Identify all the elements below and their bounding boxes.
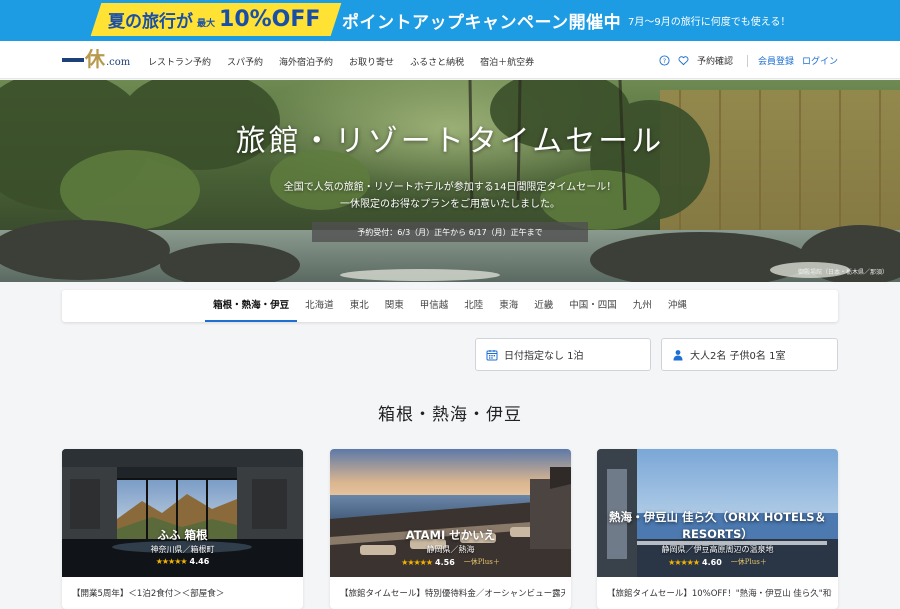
section-title: 箱根・熱海・伊豆 bbox=[378, 405, 522, 425]
hotel-card-description: 【開業5周年】＜1泊2食付＞＜部屋食＞ bbox=[72, 589, 225, 599]
tab-hokkaido[interactable]: 北海道 bbox=[297, 290, 342, 322]
header-divider bbox=[746, 54, 748, 67]
hero-banner: 旅館・リゾートタイムセール 全国で人気の旅館・リゾートホテルが参加する14日間限… bbox=[0, 80, 900, 282]
logo-kanji: 休 bbox=[85, 47, 105, 71]
person-icon bbox=[673, 349, 683, 360]
help-icon[interactable]: ? bbox=[659, 55, 670, 66]
promo-subtext: 7月〜9月の旅行に何度でも使える！ bbox=[628, 17, 791, 28]
hotel-card[interactable]: 熱海・伊豆山 佳ら久（ORIX HOTELS＆ RESORTS） 静岡県／伊豆高… bbox=[597, 449, 838, 609]
tab-chugoku-shikoku[interactable]: 中国・四国 bbox=[561, 290, 625, 322]
hotel-card-name-line2: RESORTS） bbox=[682, 527, 753, 541]
rating-value: 4.56 bbox=[435, 557, 455, 567]
hotel-card[interactable]: ATAMI せかいえ 静岡県／熱海 ★★★★★ 4.56 一休Plus＋ 【旅館… bbox=[330, 449, 571, 609]
ikkyu-plus-badge: 一休Plus＋ bbox=[463, 558, 500, 566]
svg-text:?: ? bbox=[663, 57, 666, 65]
nav-furusato[interactable]: ふるさと納税 bbox=[410, 55, 464, 68]
rating-stars-icon: ★★★★★ bbox=[668, 557, 700, 567]
hotel-card-rating: ★★★★★ 4.60 一休Plus＋ bbox=[597, 557, 838, 567]
hotel-card-name: ふふ 箱根 bbox=[157, 528, 208, 542]
guest-selector[interactable]: 大人2名 子供0名 1室 bbox=[661, 338, 838, 371]
site-header: 休 .com レストラン予約 スパ予約 海外宿泊予約 お取り寄せ ふるさと納税 … bbox=[0, 41, 900, 79]
promo-banner[interactable]: 夏の旅行が 最大 10%OFF ポイントアップキャンペーン開催中 7月〜9月の旅… bbox=[0, 0, 900, 41]
hotel-card-rating: ★★★★★ 4.46 bbox=[62, 557, 303, 566]
promo-headline: ポイントアップキャンペーン開催中 bbox=[342, 13, 622, 33]
hotel-card-description: 【旅館タイムセール】特別優待料金／オーシャンビュー露天 bbox=[340, 589, 565, 599]
ikkyu-plus-badge: 一休Plus＋ bbox=[730, 558, 767, 566]
hero-photo-caption: 御殿場館（日本・栃木県／那須） bbox=[797, 269, 888, 276]
guest-selector-value: 大人2名 子供0名 1室 bbox=[690, 351, 786, 362]
header-actions: ? 予約確認 会員登録 ログイン bbox=[659, 54, 838, 67]
tab-tohoku[interactable]: 東北 bbox=[342, 290, 377, 322]
date-selector-value: 日付指定なし 1泊 bbox=[504, 351, 584, 362]
promo-discount: 10%OFF bbox=[219, 7, 321, 32]
logo-suffix: .com bbox=[106, 57, 131, 68]
hotel-card-location: 静岡県／伊豆高原周辺の温泉地 bbox=[661, 545, 774, 554]
tab-hakone-atami-izu[interactable]: 箱根・熱海・伊豆 bbox=[205, 290, 298, 322]
main-nav: レストラン予約 スパ予約 海外宿泊予約 お取り寄せ ふるさと納税 宿泊＋航空券 bbox=[148, 55, 550, 68]
hero-description-line1: 全国で人気の旅館・リゾートホテルが参加する14日間限定タイムセール！ bbox=[283, 182, 617, 193]
rating-stars-icon: ★★★★★ bbox=[401, 557, 433, 567]
tab-okinawa[interactable]: 沖縄 bbox=[660, 290, 695, 322]
tab-tokai[interactable]: 東海 bbox=[491, 290, 526, 322]
register-link[interactable]: 会員登録 bbox=[758, 54, 794, 67]
hero-booking-period: 予約受付：6/3（月）正午から 6/17（月）正午まで bbox=[312, 222, 588, 242]
rating-stars-icon: ★★★★★ bbox=[155, 557, 188, 566]
reservation-check-link[interactable]: 予約確認 bbox=[697, 54, 733, 67]
tab-koshinetsu[interactable]: 甲信越 bbox=[412, 290, 457, 322]
hotel-card-description: 【旅館タイムセール】10%OFF！"熱海・伊豆山 佳ら久"和会 bbox=[607, 589, 832, 599]
promo-highlight-text: 夏の旅行が bbox=[108, 12, 193, 32]
promo-max-label: 最大 bbox=[197, 19, 216, 29]
hotel-card-rating: ★★★★★ 4.56 一休Plus＋ bbox=[330, 557, 571, 567]
hotel-card-location: 静岡県／熱海 bbox=[426, 545, 475, 554]
hotel-card[interactable]: ふふ 箱根 神奈川県／箱根町 ★★★★★ 4.46 【開業5周年】＜1泊2食付＞… bbox=[62, 449, 303, 609]
promo-highlight: 夏の旅行が 最大 10%OFF bbox=[108, 3, 320, 36]
hotel-card-name: ATAMI せかいえ bbox=[405, 528, 496, 542]
region-tabs: 箱根・熱海・伊豆 北海道 東北 関東 甲信越 北陸 東海 近畿 中国・四国 九州… bbox=[62, 290, 838, 322]
nav-gourmet[interactable]: お取り寄せ bbox=[349, 55, 394, 68]
nav-spa[interactable]: スパ予約 bbox=[227, 55, 263, 68]
tab-kyushu[interactable]: 九州 bbox=[625, 290, 660, 322]
nav-hotel-air[interactable]: 宿泊＋航空券 bbox=[480, 55, 534, 68]
hero-description-line2: 一休限定のお得なプランをご用意いたしました。 bbox=[340, 199, 560, 210]
tab-kanto[interactable]: 関東 bbox=[377, 290, 412, 322]
tab-hokuriku[interactable]: 北陸 bbox=[456, 290, 491, 322]
logo-bar bbox=[62, 58, 84, 62]
nav-overseas[interactable]: 海外宿泊予約 bbox=[279, 55, 333, 68]
rating-value: 4.60 bbox=[702, 557, 722, 567]
tab-kinki[interactable]: 近畿 bbox=[526, 290, 561, 322]
heart-icon[interactable] bbox=[678, 55, 689, 66]
nav-restaurant[interactable]: レストラン予約 bbox=[148, 55, 211, 68]
hero-title: 旅館・リゾートタイムセール bbox=[235, 124, 665, 159]
site-logo[interactable]: 休 .com bbox=[62, 48, 130, 70]
date-selector[interactable]: 日付指定なし 1泊 bbox=[475, 338, 651, 371]
rating-value: 4.46 bbox=[189, 557, 210, 566]
login-link[interactable]: ログイン bbox=[802, 54, 838, 67]
hotel-card-location: 神奈川県／箱根町 bbox=[150, 545, 215, 554]
hotel-card-name-line1: 熱海・伊豆山 佳ら久（ORIX HOTELS＆ bbox=[609, 510, 826, 524]
calendar-icon bbox=[486, 349, 498, 360]
